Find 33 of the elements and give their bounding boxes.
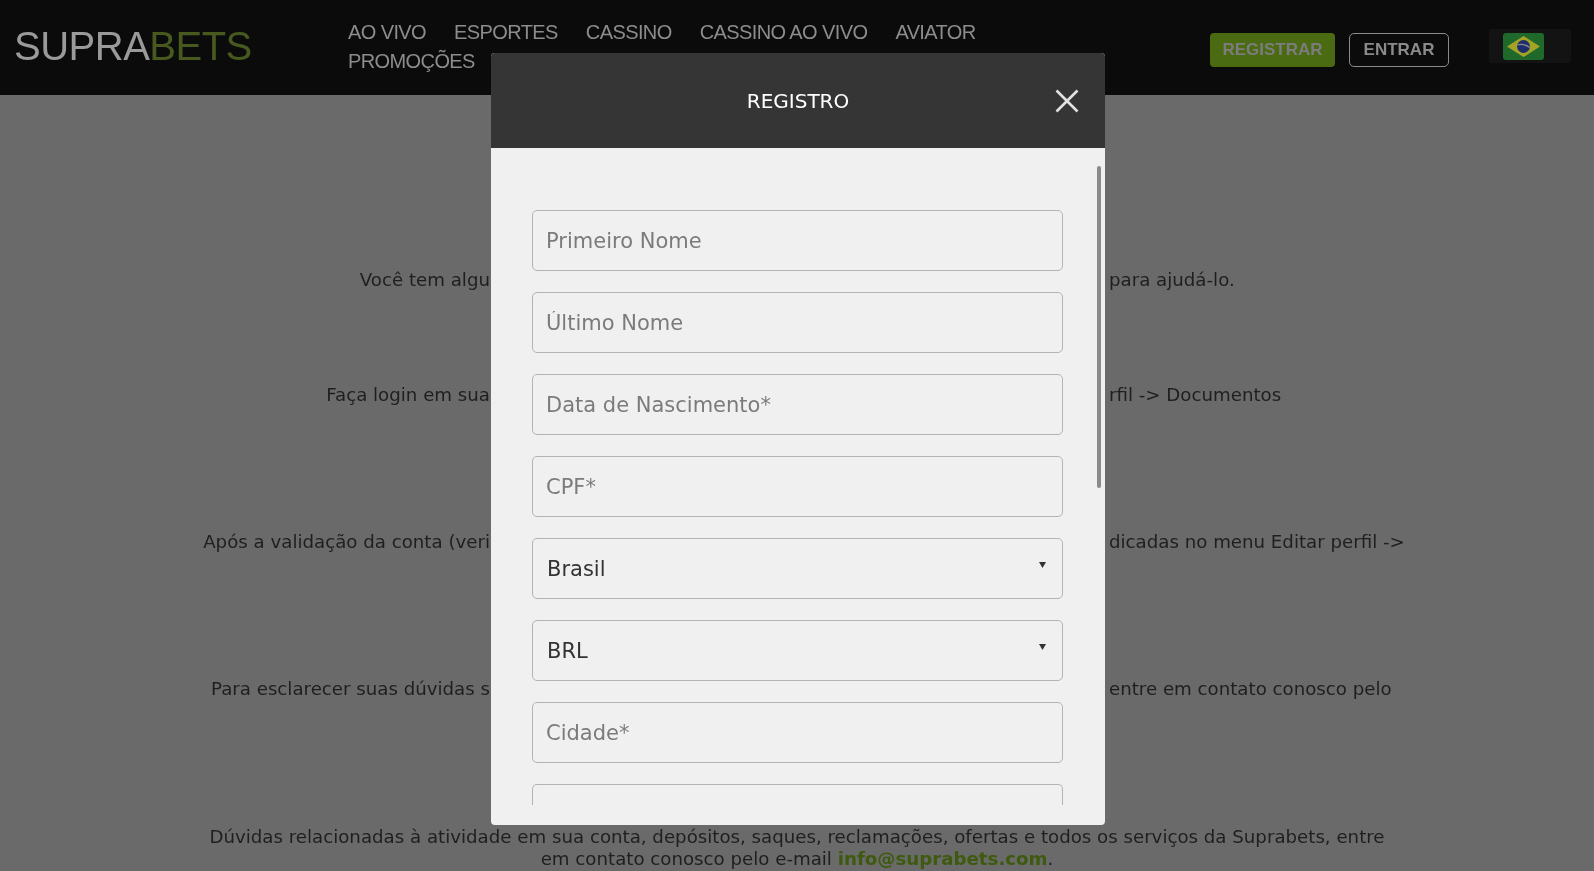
flag-icon	[1503, 32, 1544, 60]
input-field[interactable]: Último Nome	[532, 292, 1063, 353]
body-text: Após a validação da conta (veri	[203, 530, 491, 554]
body-text: entre em contato conosco pelo	[1108, 677, 1392, 701]
body-text: Você tem algu	[359, 268, 491, 292]
nav-link[interactable]: AVIATOR	[895, 18, 976, 47]
modal-title: REGISTRO	[746, 88, 850, 113]
input-field[interactable]: Cidade*	[532, 702, 1063, 763]
caret-icon	[1039, 644, 1046, 650]
caret-icon	[1039, 562, 1046, 568]
body-text: Dúvidas relacionadas à atividade em sua conta, depósitos, saques, reclamações, ofertas e todos os serviços da Suprabets, entre em contato conosco pelo e-mail info@suprabets.com.	[208, 826, 1386, 870]
body-text: Faça login em sua	[326, 383, 491, 407]
close-icon	[1055, 89, 1079, 113]
select-field[interactable]: Brasil	[532, 538, 1063, 599]
nav-link[interactable]: AO VIVO	[348, 18, 427, 47]
body-text: rfil -> Documentos	[1108, 383, 1282, 407]
body-text: para ajudá-lo.	[1108, 268, 1235, 292]
input-field[interactable]: Data de Nascimento*	[532, 374, 1063, 435]
login-button[interactable]: ENTRAR	[1349, 33, 1449, 67]
close-button[interactable]	[1055, 89, 1079, 113]
logo[interactable]: SUPRABETS	[14, 23, 252, 69]
input-field[interactable]	[532, 784, 1063, 805]
language-button[interactable]	[1489, 29, 1571, 63]
body-text: Para esclarecer suas dúvidas s	[211, 677, 491, 701]
nav-link[interactable]: PROMOÇÕES	[348, 47, 475, 76]
scrollbar[interactable]	[1097, 166, 1101, 488]
input-field[interactable]: Primeiro Nome	[532, 210, 1063, 271]
body-text: dicadas no menu Editar perfil ->	[1108, 530, 1405, 554]
select-field[interactable]: BRL	[532, 620, 1063, 681]
input-field[interactable]: CPF*	[532, 456, 1063, 517]
nav-link[interactable]: ESPORTES	[454, 18, 558, 47]
nav-link[interactable]: CASSINO AO VIVO	[699, 18, 868, 47]
nav-link[interactable]: CASSINO	[585, 18, 672, 47]
